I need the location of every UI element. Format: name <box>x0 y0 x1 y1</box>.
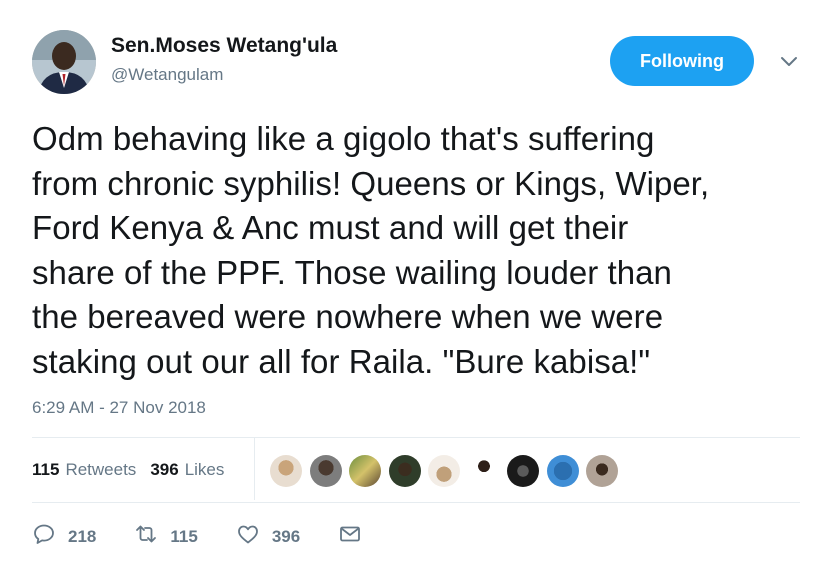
liker-avatar[interactable] <box>309 455 342 487</box>
liker-avatar[interactable] <box>349 455 381 487</box>
retweets-stat[interactable]: 115 Retweets <box>32 460 136 480</box>
tweet-actions: 218 115 396 <box>32 522 400 551</box>
divider <box>32 502 800 503</box>
tweet-stats: 115 Retweets 396 Likes <box>32 460 238 480</box>
liker-avatar[interactable] <box>546 455 579 487</box>
likes-label: Likes <box>184 460 225 479</box>
like-count: 396 <box>271 526 301 546</box>
tweet-text: Odm behaving like a gigolo that's suffer… <box>32 117 822 384</box>
liker-avatar[interactable] <box>388 455 421 487</box>
tweet-line: the bereaved were nowhere when we were <box>32 298 664 335</box>
envelope-icon <box>338 522 362 551</box>
likes-stat[interactable]: 396 Likes <box>150 460 224 480</box>
liker-avatar[interactable] <box>467 455 500 487</box>
liker-avatar[interactable] <box>270 455 302 487</box>
chevron-down-icon[interactable] <box>778 50 800 72</box>
direct-message-button[interactable] <box>338 522 362 551</box>
reply-count: 218 <box>68 526 97 546</box>
following-button[interactable]: Following <box>610 36 754 86</box>
retweet-button[interactable]: 115 <box>134 522 198 551</box>
liker-avatars <box>270 455 626 487</box>
user-handle[interactable]: @Wetangulam <box>111 65 223 85</box>
retweets-count: 115 <box>32 460 60 479</box>
reply-icon <box>32 522 56 551</box>
liker-avatar[interactable] <box>507 455 539 487</box>
retweets-label: Retweets <box>65 460 137 479</box>
retweet-icon <box>134 522 158 551</box>
profile-avatar[interactable] <box>32 30 96 94</box>
heart-icon <box>236 522 260 551</box>
liker-avatar[interactable] <box>586 455 618 487</box>
retweet-count: 115 <box>170 526 198 546</box>
tweet-line: Ford Kenya & Anc must and will get their <box>32 209 629 246</box>
likes-count: 396 <box>150 460 179 479</box>
tweet-line: staking out our all for Raila. "Bure kab… <box>32 342 651 380</box>
tweet-timestamp[interactable]: 6:29 AM - 27 Nov 2018 <box>32 398 206 418</box>
like-button[interactable]: 396 <box>236 522 300 551</box>
stats-separator <box>254 438 255 500</box>
tweet-line: from chronic syphilis! Queens or Kings, … <box>32 164 710 202</box>
divider <box>32 437 800 438</box>
display-name[interactable]: Sen.Moses Wetang'ula <box>111 34 337 58</box>
liker-avatar[interactable] <box>428 455 460 487</box>
profile-photo <box>32 30 96 94</box>
tweet-line: Odm behaving like a gigolo that's suffer… <box>32 120 655 157</box>
reply-button[interactable]: 218 <box>32 522 96 551</box>
tweet-line: share of the PPF. Those wailing louder t… <box>32 253 672 291</box>
